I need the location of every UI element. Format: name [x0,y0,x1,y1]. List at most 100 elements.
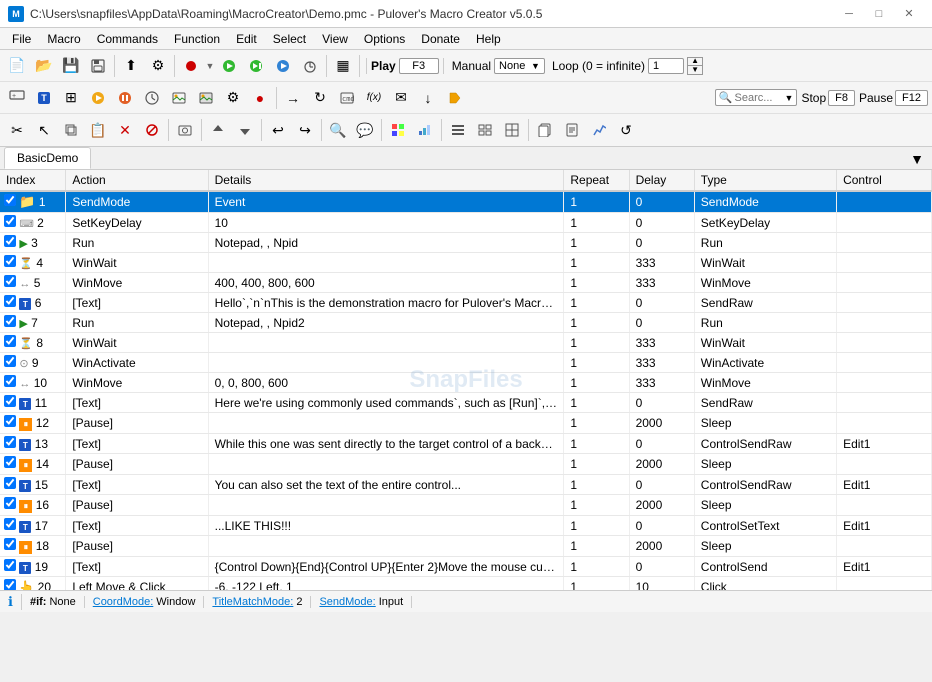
chart2-btn[interactable] [586,117,612,143]
table-btn[interactable]: ⊞ [58,85,84,111]
clock-btn[interactable] [139,85,165,111]
table-row[interactable]: ⏸ 16 [Pause] 1 2000 Sleep [0,495,932,516]
mail-btn[interactable]: ✉ [388,85,414,111]
list-btn2[interactable] [472,117,498,143]
row-checkbox[interactable] [4,579,16,590]
table-row[interactable]: ⊙ 9 WinActivate 1 333 WinActivate [0,353,932,373]
loop-spinner[interactable]: ▲ ▼ [687,57,703,75]
menu-macro[interactable]: Macro [39,28,88,50]
sendmode-link[interactable]: SendMode: [319,596,375,608]
add-before-btn[interactable]: + [4,85,30,111]
menu-select[interactable]: Select [265,28,314,50]
row-checkbox[interactable] [4,538,16,550]
row-checkbox[interactable] [4,559,16,571]
table-row[interactable]: ⌨ 2 SetKeyDelay 10 1 0 SetKeyDelay [0,213,932,233]
table-row[interactable]: ⏸ 18 [Pause] 1 2000 Sleep [0,536,932,557]
row-checkbox[interactable] [4,194,16,206]
record-button[interactable] [178,53,204,79]
pause-key-box[interactable]: F12 [895,90,928,106]
copy3-btn[interactable] [532,117,558,143]
row-checkbox[interactable] [4,215,16,227]
table-row[interactable]: 📁 1 SendMode Event 1 0 SendMode [0,191,932,213]
disable-btn[interactable] [139,117,165,143]
find-btn[interactable]: 🔍 [325,117,351,143]
undo-btn[interactable]: ↩ [265,117,291,143]
delete-btn[interactable]: ✕ [112,117,138,143]
row-checkbox[interactable] [4,275,16,287]
row-checkbox[interactable] [4,415,16,427]
image-btn1[interactable] [166,85,192,111]
table-row[interactable]: ↔ 10 WinMove 0, 0, 800, 600 1 333 WinMov… [0,373,932,393]
duplicate-btn[interactable] [58,117,84,143]
table-row[interactable]: T 6 [Text] Hello`,`n`nThis is the demons… [0,293,932,313]
image-btn2[interactable] [193,85,219,111]
tab-dropdown-btn[interactable]: ▼ [906,149,928,169]
rec-btn2[interactable]: ● [247,85,273,111]
select-btn[interactable]: ↖ [31,117,57,143]
play-circle-btn[interactable] [85,85,111,111]
screenshot-btn[interactable] [172,117,198,143]
menu-donate[interactable]: Donate [413,28,468,50]
table-row[interactable]: ▶ 7 Run Notepad, , Npid2 1 0 Run [0,313,932,333]
paste-btn[interactable]: 📋 [85,117,111,143]
row-checkbox[interactable] [4,456,16,468]
row-checkbox[interactable] [4,255,16,267]
table-row[interactable]: 👆 20 Left Move & Click -6, -122 Left, 1 … [0,577,932,591]
titlematch-link[interactable]: TitleMatchMode: [212,596,293,608]
arrow-right-btn[interactable]: → [280,85,306,111]
row-checkbox[interactable] [4,355,16,367]
row-checkbox[interactable] [4,375,16,387]
table-row[interactable]: T 15 [Text] You can also set the text of… [0,475,932,495]
move-up-btn[interactable] [205,117,231,143]
text-btn[interactable]: T [31,85,57,111]
move-down-btn[interactable] [232,117,258,143]
table-row[interactable]: ↔ 5 WinMove 400, 400, 800, 600 1 333 Win… [0,273,932,293]
row-checkbox[interactable] [4,235,16,247]
cut-btn[interactable]: ✂ [4,117,30,143]
save-button[interactable]: 💾 [58,53,84,79]
manual-dropdown-box[interactable]: None ▼ [494,58,545,74]
row-checkbox[interactable] [4,518,16,530]
table-row[interactable]: ⏸ 14 [Pause] 1 2000 Sleep [0,454,932,475]
tag-btn[interactable] [442,85,468,111]
row-checkbox[interactable] [4,315,16,327]
row-checkbox[interactable] [4,395,16,407]
menu-view[interactable]: View [314,28,356,50]
loop-input[interactable] [648,58,684,74]
table-row[interactable]: ⏸ 12 [Pause] 1 2000 Sleep [0,413,932,434]
menu-function[interactable]: Function [166,28,228,50]
menu-help[interactable]: Help [468,28,509,50]
search-input[interactable] [735,92,785,104]
table-row[interactable]: T 13 [Text] While this one was sent dire… [0,434,932,454]
maximize-button[interactable]: □ [864,4,894,24]
doc2-btn[interactable] [559,117,585,143]
tab-basicdemo[interactable]: BasicDemo [4,147,91,169]
redo-btn[interactable]: ↪ [292,117,318,143]
color-btn[interactable] [385,117,411,143]
minimize-button[interactable]: ─ [834,4,864,24]
fx-btn[interactable]: f(x) [361,85,387,111]
loop-btn2[interactable]: ↻ [307,85,333,111]
table-row[interactable]: T 11 [Text] Here we're using commonly us… [0,393,932,413]
macro-list-button[interactable]: ▦ [330,53,356,79]
list-btn3[interactable] [499,117,525,143]
comment-btn[interactable]: 💬 [352,117,378,143]
menu-file[interactable]: File [4,28,39,50]
close-button[interactable]: ✕ [894,4,924,24]
pause-circle-btn[interactable] [112,85,138,111]
chart-btn[interactable] [412,117,438,143]
record-dropdown[interactable]: ▼ [205,53,215,79]
loop-down[interactable]: ▼ [687,66,703,75]
open-button[interactable]: 📂 [31,53,57,79]
table-row[interactable]: T 19 [Text] {Control Down}{End}{Control … [0,557,932,577]
menu-commands[interactable]: Commands [89,28,166,50]
new-button[interactable]: 📄 [4,53,30,79]
table-row[interactable]: ⏳ 8 WinWait 1 333 WinWait [0,333,932,353]
coordmode-link[interactable]: CoordMode: [93,596,154,608]
row-checkbox[interactable] [4,295,16,307]
row-checkbox[interactable] [4,335,16,347]
menu-options[interactable]: Options [356,28,413,50]
search-dropdown-icon[interactable]: ▼ [785,93,794,103]
table-row[interactable]: T 17 [Text] ...LIKE THIS!!! 1 0 ControlS… [0,516,932,536]
stop-key-box[interactable]: F8 [828,90,855,106]
